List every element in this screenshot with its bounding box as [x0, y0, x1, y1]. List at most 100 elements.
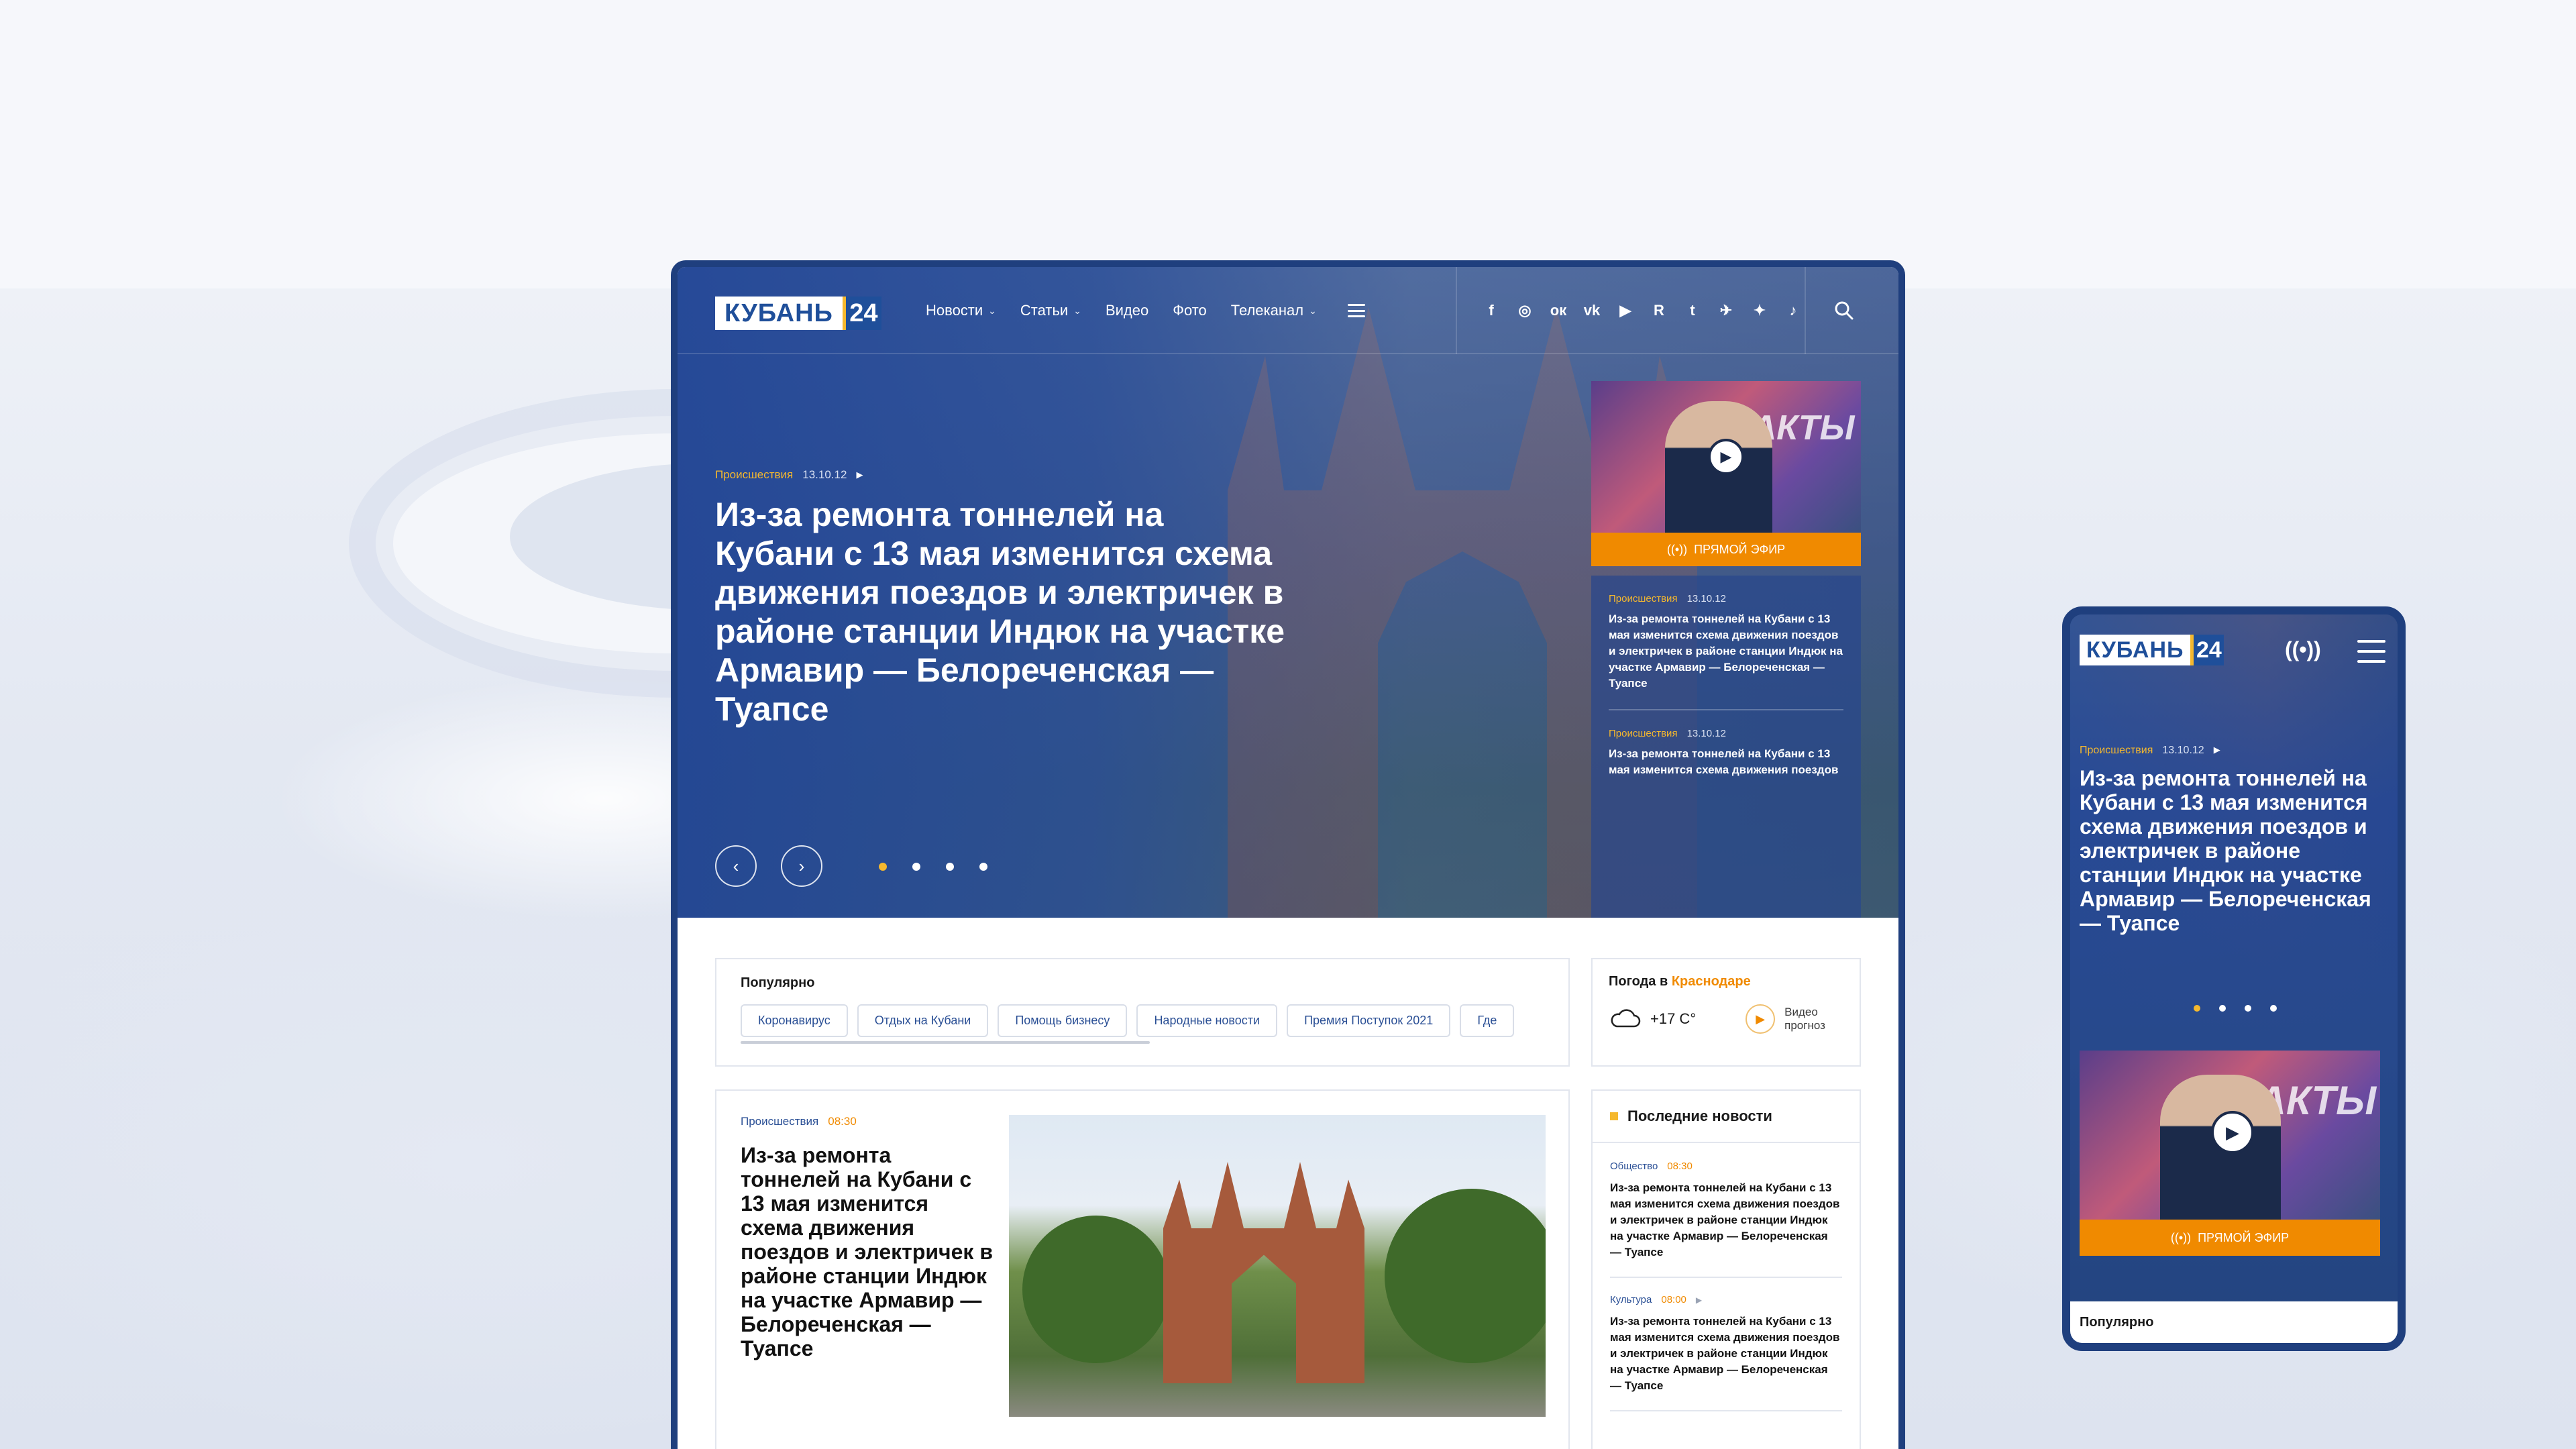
hero-category[interactable]: Происшествия	[2080, 745, 2153, 757]
logo-text: КУБАНЬ	[2080, 635, 2191, 665]
live-stream-card[interactable]: ФАКТЫ 24 ▶ ((•)) ПРЯМОЙ ЭФИР	[1591, 381, 1861, 566]
broadcast-icon: ((•))	[2170, 1230, 2192, 1244]
hero-title[interactable]: Из-за ремонта тоннелей на Кубани с 13 ма…	[715, 495, 1292, 729]
zen-icon[interactable]: ✦	[1751, 302, 1768, 319]
live-thumbnail: ФАКТЫ 24 ▶	[1591, 381, 1861, 533]
mobile-live-card[interactable]: ФАКТЫ 24 ▶ ((•)) ПРЯМОЙ ЭФИР	[2080, 1051, 2380, 1256]
article-title[interactable]: Из-за ремонта тоннелей на Кубани с 13 ма…	[741, 1143, 996, 1360]
arch-image	[1163, 1162, 1364, 1383]
weather-temperature: +17 C°	[1650, 1010, 1697, 1027]
tag-chip[interactable]: Отдых на Кубани	[857, 1004, 989, 1037]
tiktok-icon[interactable]: ♪	[1784, 302, 1802, 319]
top-navigation: КУБАНЬ 24 Новости ⌄ Статьи ⌄ Видео Фото Те…	[678, 267, 1898, 354]
news-title[interactable]: Из-за ремонта тоннелей на Кубани с 13 ма…	[1609, 746, 1843, 778]
latest-news-item[interactable]: Общество 08:30 Из-за ремонта тоннелей на …	[1610, 1161, 1842, 1278]
search-icon[interactable]	[1833, 299, 1856, 322]
tag-chips: Коронавирус Отдых на Кубани Помощь бизне…	[741, 1004, 1544, 1037]
slider-next-button[interactable]: ›	[781, 845, 822, 887]
video-play-icon: ▶	[2213, 745, 2220, 755]
weather-city[interactable]: Краснодаре	[1672, 974, 1751, 989]
news-category[interactable]: Общество	[1610, 1161, 1658, 1172]
telegram-icon[interactable]: ✈	[1717, 302, 1735, 319]
slider-dot[interactable]	[2270, 1005, 2277, 1012]
play-icon[interactable]: ▶	[1708, 439, 1744, 475]
tag-chip[interactable]: Где	[1460, 1004, 1515, 1037]
slider-dot[interactable]	[2194, 1005, 2200, 1012]
hero-date: 13.10.12	[802, 468, 847, 481]
nav-divider	[1805, 267, 1806, 354]
video-play-icon: ▶	[856, 470, 863, 480]
slider-dot[interactable]	[879, 863, 887, 871]
menu-item-tvchannel[interactable]: Телеканал ⌄	[1231, 302, 1317, 319]
tag-chip[interactable]: Народные новости	[1136, 1004, 1278, 1037]
article-category[interactable]: Происшествия	[741, 1115, 818, 1128]
hero-date: 13.10.12	[2162, 745, 2204, 756]
cloud-icon	[1611, 1009, 1641, 1028]
facebook-icon[interactable]: f	[1483, 302, 1500, 319]
tags-scrollbar[interactable]	[741, 1041, 1150, 1044]
video-forecast-play-icon[interactable]: ▶	[1746, 1004, 1776, 1034]
live-button[interactable]: ((•)) ПРЯМОЙ ЭФИР	[2080, 1220, 2380, 1256]
slider-dot[interactable]	[979, 863, 987, 871]
tag-chip[interactable]: Премия Поступок 2021	[1287, 1004, 1451, 1037]
weather-widget: Погода в Краснодаре +17 C° ▶ Видео прогно…	[1591, 958, 1861, 1067]
logo-text: КУБАНЬ	[715, 297, 843, 330]
slider-dot[interactable]	[2219, 1005, 2226, 1012]
news-category[interactable]: Происшествия	[1609, 593, 1678, 604]
news-title[interactable]: Из-за ремонта тоннелей на Кубани с 13 ма…	[1610, 1313, 1842, 1394]
hero-slider: КУБАНЬ 24 Новости ⌄ Статьи ⌄ Видео Фото Те…	[678, 267, 1898, 918]
video-forecast-label[interactable]: Видео прогноз	[1784, 1006, 1825, 1032]
menu-item-news[interactable]: Новости ⌄	[926, 302, 996, 319]
slider-prev-button[interactable]: ‹	[715, 845, 757, 887]
menu-item-video[interactable]: Видео	[1106, 302, 1148, 319]
featured-article[interactable]: Происшествия 08:30 Из-за ремонта тоннелей…	[715, 1089, 1570, 1449]
menu-item-articles[interactable]: Статьи ⌄	[1020, 302, 1081, 319]
chevron-down-icon: ⌄	[1073, 305, 1081, 316]
news-category[interactable]: Культура	[1610, 1294, 1652, 1305]
latest-news-header: Последние новости	[1593, 1091, 1860, 1143]
mobile-hero-title[interactable]: Из-за ремонта тоннелей на Кубани с 13 ма…	[2080, 766, 2388, 935]
youtube-icon[interactable]: ▶	[1617, 302, 1634, 319]
side-news-list: Происшествия 13.10.12 Из-за ремонта тонне…	[1591, 576, 1861, 918]
mobile-logo[interactable]: КУБАНЬ 24	[2080, 635, 2224, 665]
news-title[interactable]: Из-за ремонта тоннелей на Кубани с 13 ма…	[1610, 1180, 1842, 1260]
hamburger-menu-icon[interactable]	[1347, 304, 1365, 317]
rutube-icon[interactable]: R	[1650, 302, 1668, 319]
article-time: 08:30	[828, 1115, 857, 1128]
popular-title: Популярно	[741, 975, 815, 990]
news-category[interactable]: Происшествия	[1609, 728, 1678, 739]
news-date: 13.10.12	[1686, 728, 1726, 739]
news-date: 13.10.12	[1686, 593, 1726, 604]
site-logo[interactable]: КУБАНЬ 24	[715, 297, 881, 330]
broadcast-icon[interactable]: ((•))	[2285, 637, 2321, 662]
live-button[interactable]: ((•)) ПРЯМОЙ ЭФИР	[1591, 533, 1861, 566]
menu-label: Телеканал	[1230, 302, 1304, 319]
news-title[interactable]: Из-за ремонта тоннелей на Кубани с 13 ма…	[1609, 611, 1843, 692]
slider-dot[interactable]	[2245, 1005, 2251, 1012]
vk-icon[interactable]: vk	[1583, 302, 1601, 319]
article-image[interactable]	[1009, 1115, 1546, 1417]
desktop-mockup: КУБАНЬ 24 Новости ⌄ Статьи ⌄ Видео Фото Те…	[671, 260, 1905, 1449]
side-news-item[interactable]: Происшествия 13.10.12 Из-за ремонта тонне…	[1609, 593, 1843, 710]
latest-news-item[interactable]: Культура 08:00 ▶ Из-за ремонта тоннелей на…	[1610, 1294, 1842, 1411]
twitter-icon[interactable]: t	[1684, 302, 1701, 319]
side-news-item[interactable]: Происшествия 13.10.12 Из-за ремонта тонне…	[1609, 728, 1843, 796]
hero-category[interactable]: Происшествия	[715, 468, 793, 482]
weather-title: Погода в Краснодаре	[1609, 974, 1751, 989]
play-icon[interactable]: ▶	[2211, 1111, 2254, 1154]
nav-divider	[1456, 267, 1457, 354]
tag-chip[interactable]: Коронавирус	[741, 1004, 848, 1037]
main-menu: Новости ⌄ Статьи ⌄ Видео Фото Телеканал ⌄	[926, 267, 1365, 354]
menu-item-photo[interactable]: Фото	[1173, 302, 1207, 319]
odnoklassniki-icon[interactable]: ок	[1550, 302, 1567, 319]
slider-dots	[2194, 1005, 2277, 1012]
hamburger-menu-icon[interactable]	[2357, 640, 2385, 663]
tag-chip[interactable]: Помощь бизнесу	[998, 1004, 1128, 1037]
live-label: ПРЯМОЙ ЭФИР	[2198, 1230, 2290, 1244]
mobile-mockup: КУБАНЬ 24 ((•)) Происшествия 13.10.12 ▶ …	[2062, 606, 2406, 1351]
instagram-icon[interactable]: ◎	[1516, 302, 1534, 319]
logo-number: 24	[842, 297, 881, 330]
slider-dot[interactable]	[912, 863, 920, 871]
hero-meta: Происшествия 13.10.12 ▶	[715, 468, 863, 482]
slider-dot[interactable]	[946, 863, 954, 871]
